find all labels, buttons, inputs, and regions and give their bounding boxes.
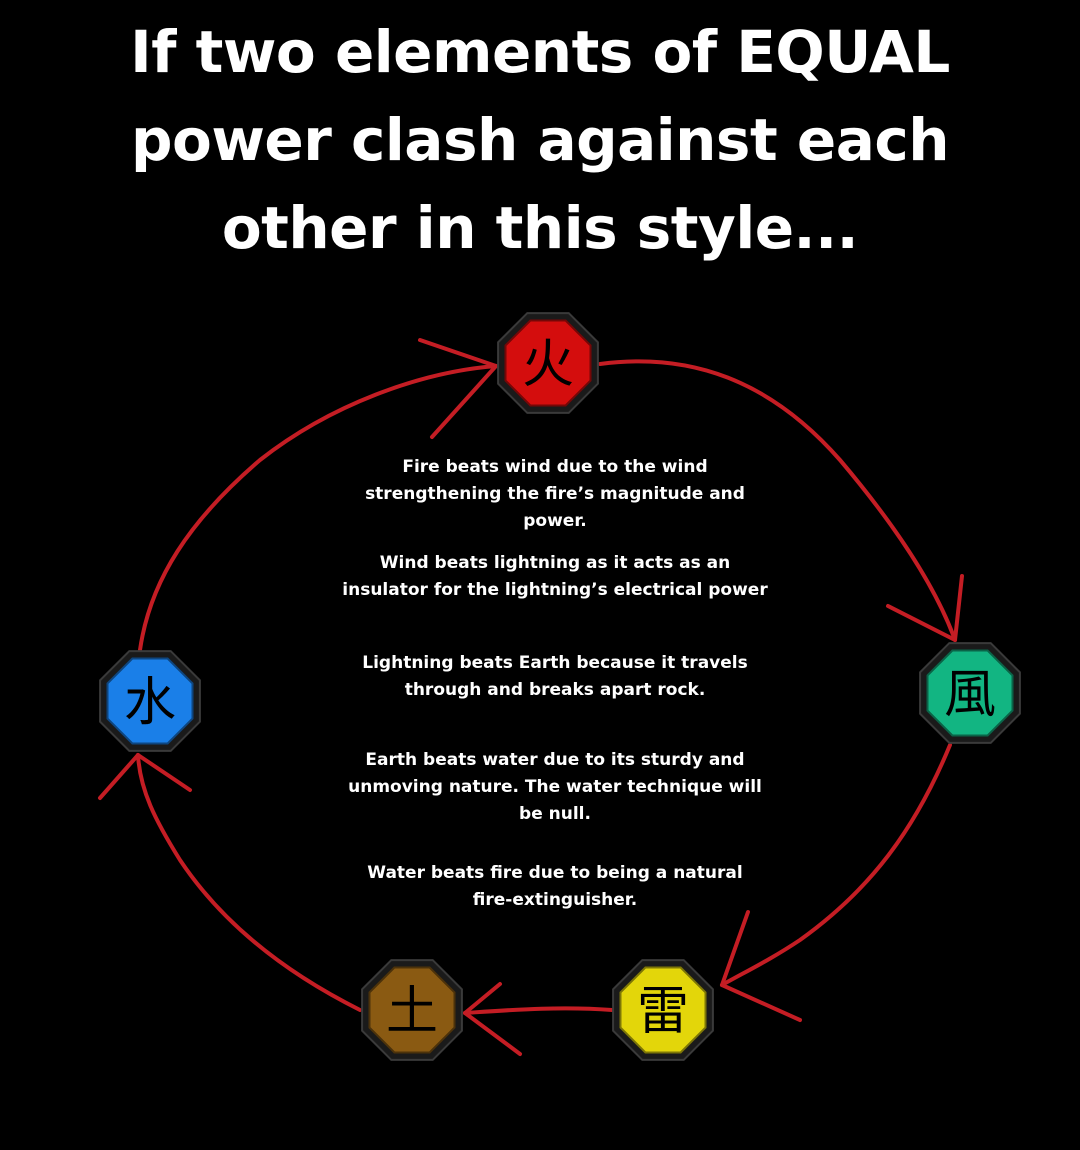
earth-element-icon: 土 — [361, 959, 463, 1061]
arrowhead-earth-to-water-a — [98, 753, 140, 800]
fire-element-icon: 火 — [497, 312, 599, 414]
description-earth-beats-water: Earth beats water due to its sturdy and … — [348, 750, 762, 824]
arrowhead-earth-to-water-b — [136, 753, 192, 792]
water-kanji: 水 — [124, 673, 176, 733]
wind-kanji: 風 — [944, 665, 996, 725]
water-element-icon: 水 — [99, 650, 201, 752]
arrowhead-wind-to-lightning-b — [720, 983, 802, 1022]
arrowhead-lightning-to-earth-b — [463, 1011, 522, 1056]
arrowhead-water-to-fire-b — [430, 364, 498, 439]
description-wind-beats-lightning: Wind beats lightning as it acts as an in… — [342, 553, 768, 600]
arrowhead-water-to-fire-a — [418, 338, 498, 368]
arrowhead-fire-to-wind-b — [953, 574, 964, 642]
description-water-beats-fire: Water beats fire due to being a natural … — [367, 863, 743, 910]
arrowhead-lightning-to-earth-a — [463, 982, 502, 1015]
arrow-lightning-to-earth — [463, 1006, 614, 1015]
fire-kanji: 火 — [522, 335, 574, 395]
lightning-kanji: 雷 — [637, 982, 689, 1042]
arrow-earth-to-water — [136, 753, 362, 1012]
description-fire-beats-wind: Fire beats wind due to the wind strength… — [365, 457, 745, 531]
earth-kanji: 土 — [386, 982, 438, 1042]
wind-element-icon: 風 — [919, 642, 1021, 744]
lightning-element-icon: 雷 — [612, 959, 714, 1061]
description-lightning-beats-earth: Lightning beats Earth because it travels… — [362, 653, 748, 700]
